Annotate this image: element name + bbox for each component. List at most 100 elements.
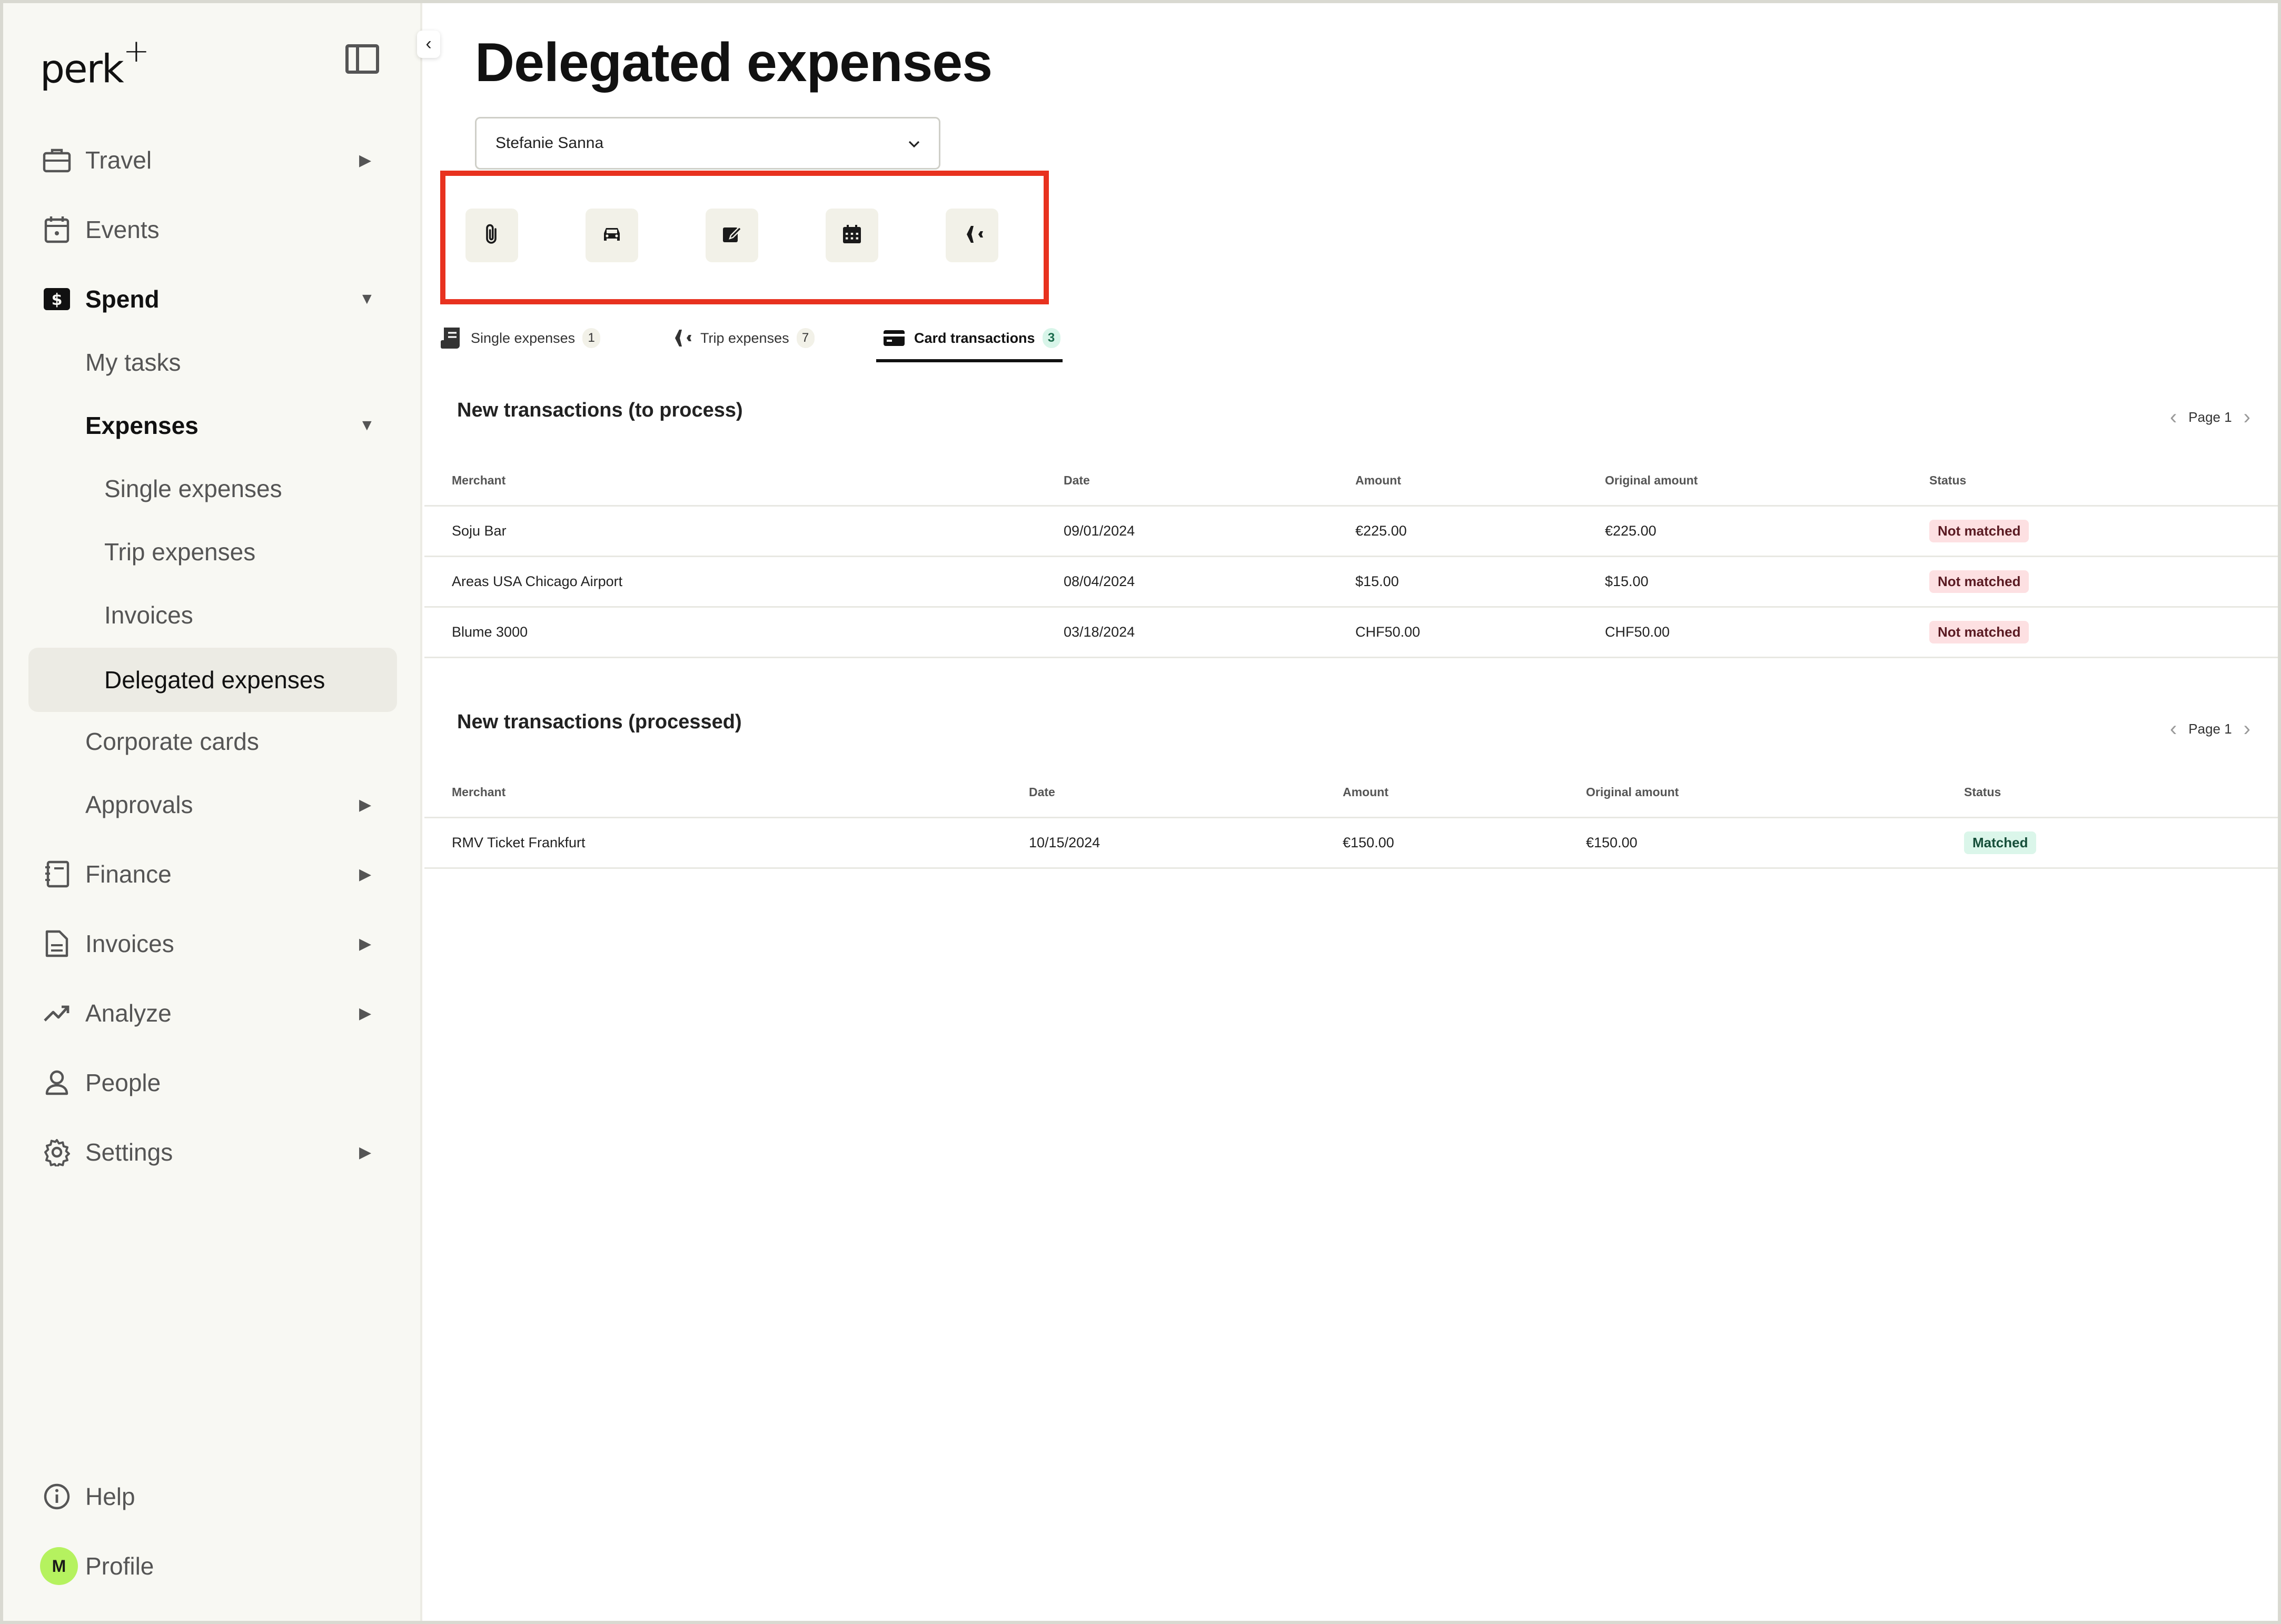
expand-arrow-icon[interactable]: ▶ <box>359 865 371 884</box>
column-status[interactable]: Status <box>1929 456 1966 505</box>
app-window: perk+ Travel ▶ Events $ Spend ▼ My tasks… <box>3 3 2278 1621</box>
section-title-to-process: New transactions (to process) <box>457 399 743 421</box>
sidebar-item-spend[interactable]: $ Spend ▼ <box>3 274 419 324</box>
amount-cell: $15.00 <box>1355 573 1399 589</box>
expand-arrow-icon[interactable]: ▶ <box>359 1004 371 1023</box>
info-icon <box>42 1482 72 1511</box>
edit-icon <box>721 224 742 247</box>
table-row[interactable]: Soju Bar 09/01/2024 €225.00 €225.00 Not … <box>424 507 2278 557</box>
receipt-icon <box>438 325 463 351</box>
tab-label: Trip expenses <box>700 330 789 346</box>
expand-arrow-icon[interactable]: ▶ <box>359 796 371 814</box>
table-row[interactable]: RMV Ticket Frankfurt 10/15/2024 €150.00 … <box>424 818 2278 869</box>
trip-button[interactable] <box>946 209 998 262</box>
avatar: M <box>40 1547 78 1585</box>
amount-cell: €150.00 <box>1343 835 1394 850</box>
original-amount-cell: $15.00 <box>1605 573 1649 589</box>
tab-count-badge: 1 <box>582 328 601 348</box>
section-title-processed: New transactions (processed) <box>457 711 742 733</box>
sidebar-item-expenses[interactable]: Expenses ▼ <box>3 400 419 451</box>
mileage-button[interactable] <box>586 209 638 262</box>
sidebar-item-single-expenses[interactable]: Single expenses <box>3 463 419 514</box>
ledger-icon <box>42 859 72 889</box>
sidebar-item-my-tasks[interactable]: My tasks <box>3 337 419 388</box>
sidebar-item-corporate-cards[interactable]: Corporate cards <box>3 716 419 767</box>
chevron-right-icon[interactable]: › <box>2244 717 2250 741</box>
date-cell: 10/15/2024 <box>1029 835 1100 850</box>
status-cell: Matched <box>1964 818 2037 867</box>
sidebar-item-delegated-expenses[interactable]: Delegated expenses <box>28 648 397 712</box>
briefcase-icon <box>42 145 72 175</box>
column-original-amount[interactable]: Original amount <box>1605 456 1698 505</box>
sidebar-item-events[interactable]: Events <box>3 204 419 255</box>
expand-arrow-icon[interactable]: ▶ <box>359 935 371 953</box>
date-cell: 03/18/2024 <box>1064 624 1135 640</box>
per-diem-button[interactable] <box>826 209 878 262</box>
sidebar-item-trip-expenses[interactable]: Trip expenses <box>3 527 419 577</box>
table-header: Merchant Date Amount Original amount Sta… <box>424 456 2278 507</box>
column-merchant[interactable]: Merchant <box>452 768 505 817</box>
gear-icon <box>42 1137 72 1167</box>
collapse-arrow-icon[interactable]: ▼ <box>359 417 375 434</box>
merchant-cell: Blume 3000 <box>452 624 528 640</box>
original-amount-cell: €225.00 <box>1605 523 1657 539</box>
user-select-value: Stefanie Sanna <box>495 134 604 152</box>
tab-trip-expenses[interactable]: Trip expenses 7 <box>668 317 815 359</box>
sidebar-item-invoices-sub[interactable]: Invoices <box>3 590 419 640</box>
airplane-icon <box>959 224 985 247</box>
column-date[interactable]: Date <box>1029 768 1055 817</box>
amount-cell: €225.00 <box>1355 523 1407 539</box>
collapse-arrow-icon[interactable]: ▼ <box>359 290 375 308</box>
sidebar-item-people[interactable]: People <box>3 1057 419 1108</box>
sidebar-item-analyze[interactable]: Analyze ▶ <box>3 988 419 1038</box>
chevron-left-icon[interactable]: ‹ <box>2170 405 2177 429</box>
attach-receipt-button[interactable] <box>465 209 518 262</box>
sidebar-item-approvals[interactable]: Approvals ▶ <box>3 779 419 830</box>
sidebar: perk+ Travel ▶ Events $ Spend ▼ My tasks… <box>3 3 422 1621</box>
sidebar-item-travel[interactable]: Travel ▶ <box>3 135 419 185</box>
expand-arrow-icon[interactable]: ▶ <box>359 151 371 170</box>
tab-label: Card transactions <box>914 330 1035 346</box>
original-amount-cell: CHF50.00 <box>1605 624 1670 640</box>
status-badge: Matched <box>1964 831 2037 854</box>
table-to-process: Merchant Date Amount Original amount Sta… <box>424 456 2278 658</box>
table-row[interactable]: Blume 3000 03/18/2024 CHF50.00 CHF50.00 … <box>424 608 2278 658</box>
collapse-sidebar-button[interactable]: ‹ <box>417 31 440 58</box>
merchant-cell: Soju Bar <box>452 523 507 539</box>
column-amount[interactable]: Amount <box>1343 768 1389 817</box>
merchant-cell: Areas USA Chicago Airport <box>452 573 623 589</box>
page-indicator: Page 1 <box>2188 409 2232 425</box>
active-tab-indicator <box>876 359 1063 362</box>
perk-logo[interactable]: perk+ <box>40 33 150 92</box>
person-icon <box>42 1068 72 1097</box>
status-badge: Not matched <box>1929 570 2029 593</box>
column-amount[interactable]: Amount <box>1355 456 1401 505</box>
status-cell: Not matched <box>1929 507 2029 556</box>
sidebar-panel-icon[interactable] <box>345 44 379 74</box>
car-icon <box>601 225 623 246</box>
column-merchant[interactable]: Merchant <box>452 456 505 505</box>
tab-single-expenses[interactable]: Single expenses 1 <box>438 317 601 359</box>
chevron-right-icon[interactable]: › <box>2244 405 2250 429</box>
table-row[interactable]: Areas USA Chicago Airport 08/04/2024 $15… <box>424 557 2278 608</box>
sidebar-item-settings[interactable]: Settings ▶ <box>3 1127 419 1177</box>
expand-arrow-icon[interactable]: ▶ <box>359 1143 371 1162</box>
amount-cell: CHF50.00 <box>1355 624 1421 640</box>
chevron-left-icon[interactable]: ‹ <box>2170 717 2177 741</box>
column-original-amount[interactable]: Original amount <box>1586 768 1679 817</box>
column-date[interactable]: Date <box>1064 456 1090 505</box>
manual-expense-button[interactable] <box>706 209 758 262</box>
sidebar-item-invoices[interactable]: Invoices ▶ <box>3 918 419 969</box>
sidebar-item-profile[interactable]: M Profile <box>3 1541 419 1591</box>
calendar-grid-icon <box>841 224 862 247</box>
status-cell: Not matched <box>1929 557 2029 606</box>
column-status[interactable]: Status <box>1964 768 2001 817</box>
merchant-cell: RMV Ticket Frankfurt <box>452 835 586 850</box>
trend-icon <box>42 998 72 1028</box>
tab-card-transactions[interactable]: Card transactions 3 <box>881 317 1060 359</box>
sidebar-item-finance[interactable]: Finance ▶ <box>3 849 419 899</box>
sidebar-item-help[interactable]: Help <box>3 1471 419 1522</box>
user-select[interactable]: Stefanie Sanna <box>475 117 940 170</box>
tab-count-badge: 7 <box>796 328 815 348</box>
status-badge: Not matched <box>1929 621 2029 643</box>
